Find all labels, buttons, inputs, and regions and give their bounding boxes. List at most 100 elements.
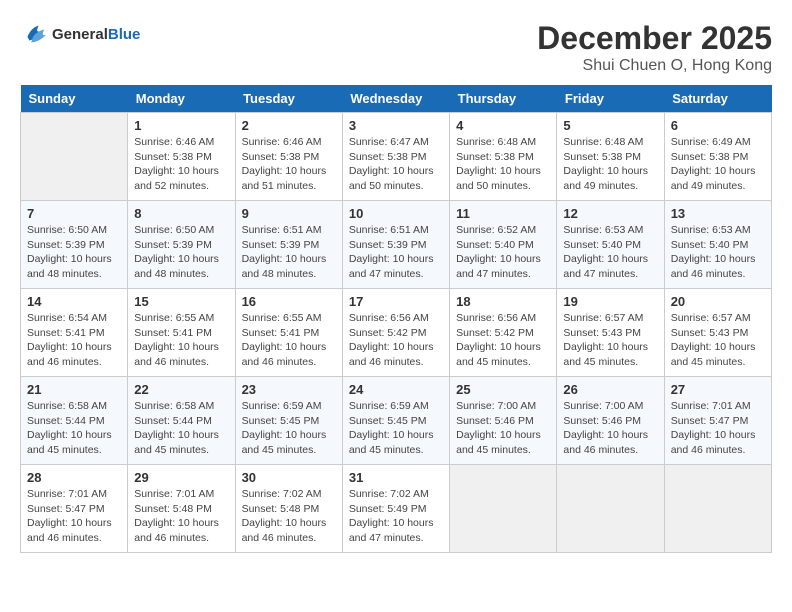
weekday-header-row: SundayMondayTuesdayWednesdayThursdayFrid… [21, 85, 772, 113]
day-number: 13 [671, 206, 765, 221]
day-number: 1 [134, 118, 228, 133]
calendar-cell: 17 Sunrise: 6:56 AM Sunset: 5:42 PM Dayli… [342, 289, 449, 377]
day-number: 2 [242, 118, 336, 133]
calendar-cell: 4 Sunrise: 6:48 AM Sunset: 5:38 PM Daylig… [450, 113, 557, 201]
day-info: Sunrise: 6:56 AM Sunset: 5:42 PM Dayligh… [456, 311, 550, 370]
calendar-week-row: 21Sunrise: 6:58 AM Sunset: 5:44 PM Dayli… [21, 377, 772, 465]
calendar-cell: 27 Sunrise: 7:01 AM Sunset: 5:47 PM Dayli… [664, 377, 771, 465]
day-info: Sunrise: 6:46 AM Sunset: 5:38 PM Dayligh… [242, 135, 336, 194]
day-info: Sunrise: 7:00 AM Sunset: 5:46 PM Dayligh… [456, 399, 550, 458]
day-number: 30 [242, 470, 336, 485]
day-info: Sunrise: 6:50 AM Sunset: 5:39 PM Dayligh… [134, 223, 228, 282]
day-info: Sunrise: 6:49 AM Sunset: 5:38 PM Dayligh… [671, 135, 765, 194]
calendar-cell: 23 Sunrise: 6:59 AM Sunset: 5:45 PM Dayli… [235, 377, 342, 465]
day-number: 11 [456, 206, 550, 221]
day-info: Sunrise: 6:52 AM Sunset: 5:40 PM Dayligh… [456, 223, 550, 282]
calendar-cell: 29 Sunrise: 7:01 AM Sunset: 5:48 PM Dayli… [128, 465, 235, 553]
calendar-cell: 8 Sunrise: 6:50 AM Sunset: 5:39 PM Daylig… [128, 201, 235, 289]
day-info: Sunrise: 6:51 AM Sunset: 5:39 PM Dayligh… [349, 223, 443, 282]
day-info: Sunrise: 7:02 AM Sunset: 5:49 PM Dayligh… [349, 487, 443, 546]
day-info: Sunrise: 6:59 AM Sunset: 5:45 PM Dayligh… [242, 399, 336, 458]
day-info: Sunrise: 6:56 AM Sunset: 5:42 PM Dayligh… [349, 311, 443, 370]
calendar-cell: 1Sunrise: 6:46 AM Sunset: 5:38 PM Daylig… [128, 113, 235, 201]
day-info: Sunrise: 6:59 AM Sunset: 5:45 PM Dayligh… [349, 399, 443, 458]
day-number: 7 [27, 206, 121, 221]
calendar-cell: 25 Sunrise: 7:00 AM Sunset: 5:46 PM Dayli… [450, 377, 557, 465]
day-info: Sunrise: 7:02 AM Sunset: 5:48 PM Dayligh… [242, 487, 336, 546]
day-number: 20 [671, 294, 765, 309]
day-number: 19 [563, 294, 657, 309]
day-number: 17 [349, 294, 443, 309]
day-info: Sunrise: 6:48 AM Sunset: 5:38 PM Dayligh… [456, 135, 550, 194]
day-info: Sunrise: 6:55 AM Sunset: 5:41 PM Dayligh… [242, 311, 336, 370]
day-info: Sunrise: 6:57 AM Sunset: 5:43 PM Dayligh… [671, 311, 765, 370]
page-header: GeneralBlue December 2025 Shui Chuen O, … [20, 20, 772, 75]
calendar-cell: 30 Sunrise: 7:02 AM Sunset: 5:48 PM Dayli… [235, 465, 342, 553]
logo: GeneralBlue [20, 20, 140, 48]
day-number: 10 [349, 206, 443, 221]
calendar-cell: 15Sunrise: 6:55 AM Sunset: 5:41 PM Dayli… [128, 289, 235, 377]
day-number: 23 [242, 382, 336, 397]
calendar-cell: 31 Sunrise: 7:02 AM Sunset: 5:49 PM Dayli… [342, 465, 449, 553]
calendar-cell [557, 465, 664, 553]
weekday-header-tuesday: Tuesday [235, 85, 342, 113]
calendar-cell: 3 Sunrise: 6:47 AM Sunset: 5:38 PM Daylig… [342, 113, 449, 201]
calendar-cell: 2 Sunrise: 6:46 AM Sunset: 5:38 PM Daylig… [235, 113, 342, 201]
weekday-header-sunday: Sunday [21, 85, 128, 113]
day-number: 6 [671, 118, 765, 133]
calendar-cell [450, 465, 557, 553]
day-number: 18 [456, 294, 550, 309]
day-number: 3 [349, 118, 443, 133]
day-info: Sunrise: 6:53 AM Sunset: 5:40 PM Dayligh… [671, 223, 765, 282]
calendar-cell: 9 Sunrise: 6:51 AM Sunset: 5:39 PM Daylig… [235, 201, 342, 289]
calendar-cell: 12Sunrise: 6:53 AM Sunset: 5:40 PM Dayli… [557, 201, 664, 289]
day-number: 24 [349, 382, 443, 397]
day-number: 29 [134, 470, 228, 485]
calendar-cell: 16 Sunrise: 6:55 AM Sunset: 5:41 PM Dayli… [235, 289, 342, 377]
calendar-cell: 26 Sunrise: 7:00 AM Sunset: 5:46 PM Dayli… [557, 377, 664, 465]
weekday-header-wednesday: Wednesday [342, 85, 449, 113]
day-number: 8 [134, 206, 228, 221]
weekday-header-monday: Monday [128, 85, 235, 113]
month-title: December 2025 [537, 20, 772, 57]
day-info: Sunrise: 6:58 AM Sunset: 5:44 PM Dayligh… [134, 399, 228, 458]
day-info: Sunrise: 6:57 AM Sunset: 5:43 PM Dayligh… [563, 311, 657, 370]
calendar-week-row: 1 Sunrise: 6:46 AM Sunset: 5:38 PM Daylig… [21, 113, 772, 201]
weekday-header-friday: Friday [557, 85, 664, 113]
day-number: 16 [242, 294, 336, 309]
day-number: 4 [456, 118, 550, 133]
logo-icon [20, 20, 48, 48]
day-info: Sunrise: 7:01 AM Sunset: 5:47 PM Dayligh… [671, 399, 765, 458]
calendar-cell: 13 Sunrise: 6:53 AM Sunset: 5:40 PM Dayli… [664, 201, 771, 289]
calendar-week-row: 14 Sunrise: 6:54 AM Sunset: 5:41 PM Dayli… [21, 289, 772, 377]
day-number: 26 [563, 382, 657, 397]
day-info: Sunrise: 6:48 AM Sunset: 5:38 PM Dayligh… [563, 135, 657, 194]
day-number: 28 [27, 470, 121, 485]
calendar-table: SundayMondayTuesdayWednesdayThursdayFrid… [20, 85, 772, 553]
day-info: Sunrise: 6:53 AM Sunset: 5:40 PM Dayligh… [563, 223, 657, 282]
day-info: Sunrise: 7:01 AM Sunset: 5:47 PM Dayligh… [27, 487, 121, 546]
day-info: Sunrise: 6:50 AM Sunset: 5:39 PM Dayligh… [27, 223, 121, 282]
calendar-cell: 24 Sunrise: 6:59 AM Sunset: 5:45 PM Dayli… [342, 377, 449, 465]
day-info: Sunrise: 6:54 AM Sunset: 5:41 PM Dayligh… [27, 311, 121, 370]
day-info: Sunrise: 7:01 AM Sunset: 5:48 PM Dayligh… [134, 487, 228, 546]
day-number: 27 [671, 382, 765, 397]
calendar-cell: 22Sunrise: 6:58 AM Sunset: 5:44 PM Dayli… [128, 377, 235, 465]
calendar-week-row: 28 Sunrise: 7:01 AM Sunset: 5:47 PM Dayli… [21, 465, 772, 553]
location-title: Shui Chuen O, Hong Kong [537, 57, 772, 75]
calendar-cell: 10 Sunrise: 6:51 AM Sunset: 5:39 PM Dayli… [342, 201, 449, 289]
weekday-header-saturday: Saturday [664, 85, 771, 113]
calendar-cell: 5Sunrise: 6:48 AM Sunset: 5:38 PM Daylig… [557, 113, 664, 201]
day-number: 25 [456, 382, 550, 397]
day-number: 14 [27, 294, 121, 309]
calendar-cell: 19 Sunrise: 6:57 AM Sunset: 5:43 PM Dayli… [557, 289, 664, 377]
calendar-cell: 11 Sunrise: 6:52 AM Sunset: 5:40 PM Dayli… [450, 201, 557, 289]
calendar-cell: 6 Sunrise: 6:49 AM Sunset: 5:38 PM Daylig… [664, 113, 771, 201]
calendar-cell: 14 Sunrise: 6:54 AM Sunset: 5:41 PM Dayli… [21, 289, 128, 377]
day-number: 31 [349, 470, 443, 485]
day-info: Sunrise: 6:47 AM Sunset: 5:38 PM Dayligh… [349, 135, 443, 194]
day-info: Sunrise: 6:51 AM Sunset: 5:39 PM Dayligh… [242, 223, 336, 282]
calendar-cell: 7 Sunrise: 6:50 AM Sunset: 5:39 PM Daylig… [21, 201, 128, 289]
day-info: Sunrise: 7:00 AM Sunset: 5:46 PM Dayligh… [563, 399, 657, 458]
day-number: 9 [242, 206, 336, 221]
